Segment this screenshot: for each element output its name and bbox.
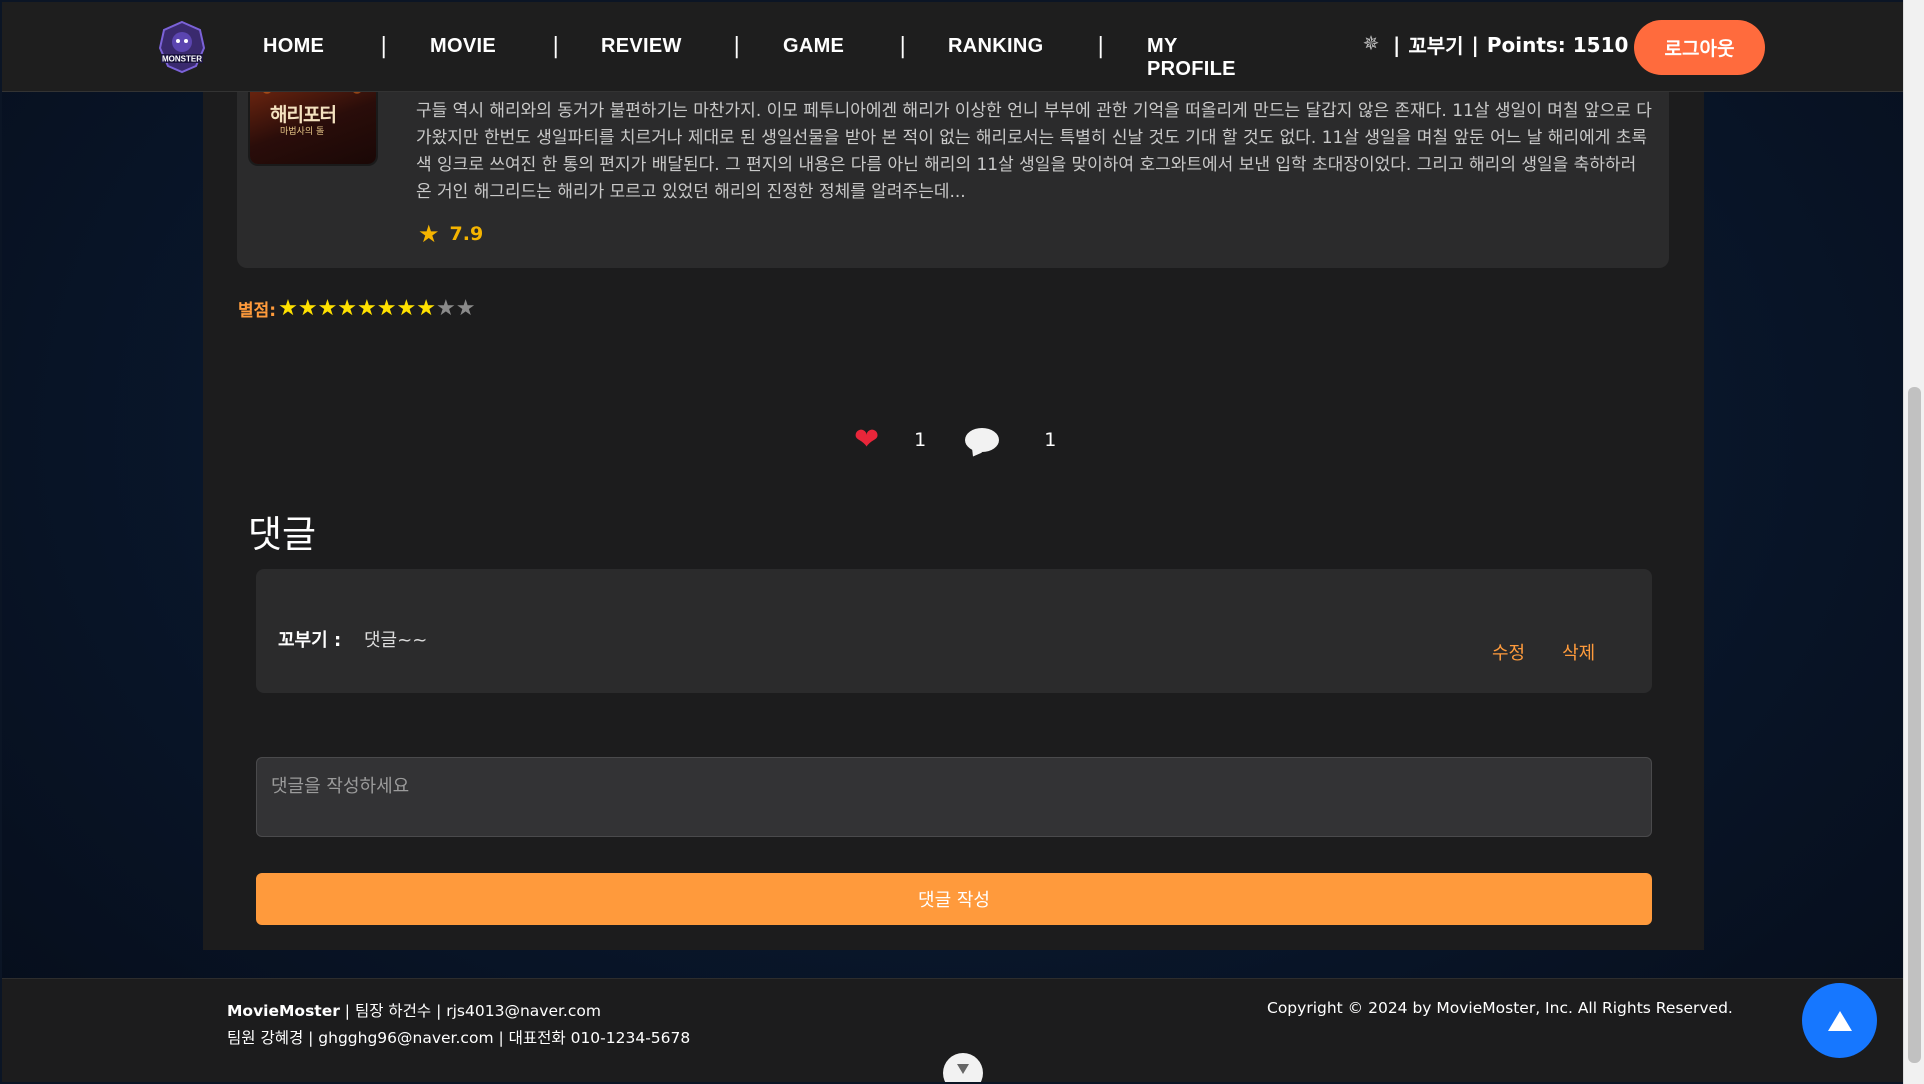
review-star-rating: 별점: ★★★★★★★★★★ [238,296,475,321]
nav-review[interactable]: REVIEW [601,35,682,58]
movie-overview: 구들 역시 해리와의 동거가 불편하기는 마찬가지. 이모 페투니아에겐 해리가… [416,101,1652,202]
star-rating-stars: ★★★★★★★★★★ [278,296,476,321]
nav-home[interactable]: HOME [263,35,324,58]
comment-item: 꼬부기 : 댓글~~ 수정 삭제 [256,569,1652,693]
footer-contact: | 팀장 하건수 | rjs4013@naver.com [339,1002,601,1020]
user-points: Points: 1510 [1486,32,1629,57]
nav-separator: | [552,34,560,59]
footer-line-2: 팀원 강혜경 | ghgghg96@naver.com | 대표전화 010-1… [227,1029,691,1047]
like-count: 1 [914,428,927,451]
star-icon[interactable]: ★ [318,296,338,321]
arrow-up-icon [1827,1010,1852,1031]
nav-separator: | [380,34,388,59]
comments-title: 댓글 [248,513,317,556]
star-icon[interactable]: ★ [456,296,476,321]
comment-edit-button[interactable]: 수정 [1492,639,1525,665]
comment-input[interactable] [256,757,1652,837]
review-reactions: ❤ 1 1 [854,422,1056,457]
monster-logo[interactable]: MONSTER [156,20,208,74]
user-name: 꼬부기 [1408,34,1464,58]
nav-ranking[interactable]: RANKING [948,35,1043,58]
nav-my-profile[interactable]: MY PROFILE [1147,35,1236,81]
movie-rating-value: 7.9 [449,223,484,245]
star-icon[interactable]: ★ [357,296,377,321]
heart-icon[interactable]: ❤ [854,422,879,457]
star-icon[interactable]: ★ [416,296,436,321]
comment-actions: 수정 삭제 [1492,639,1595,665]
page-viewport: 해리포터 마법사의 돌 구들 역시 해리와의 동거가 불편하기는 마찬가지. 이… [2,2,1903,1082]
star-icon[interactable]: ★ [298,296,318,321]
footer-brand: MovieMoster [227,1002,340,1020]
nav-separator: | [1097,34,1105,59]
comment-icon[interactable] [965,427,1000,452]
footer-copyright: Copyright © 2024 by MovieMoster, Inc. Al… [1267,999,1733,1017]
star-icon[interactable]: ★ [278,296,298,321]
comment-submit-button[interactable]: 댓글 작성 [256,873,1652,925]
footer-line-1: MovieMoster | 팀장 하건수 | rjs4013@naver.com [227,999,601,1021]
nav-separator: | [899,34,907,59]
nav-movie[interactable]: MOVIE [430,35,496,58]
star-icon[interactable]: ★ [337,296,357,321]
star-icon[interactable]: ★ [377,296,397,321]
star-icon[interactable]: ★ [397,296,417,321]
page-scrollbar[interactable] [1903,0,1924,1084]
user-info: ✵ | 꼬부기 | Points: 1510 [1357,30,1629,59]
logout-button[interactable]: 로그아웃 [1634,20,1765,75]
nav-game[interactable]: GAME [783,35,844,58]
svg-text:MONSTER: MONSTER [162,55,202,64]
scroll-to-top-button[interactable] [1802,983,1877,1058]
poster-subtitle: 마법사의 돌 [280,127,325,137]
star-icon[interactable]: ★ [436,296,456,321]
site-header: MONSTER HOME | MOVIE | REVIEW | GAME | R… [2,2,1903,92]
nav-separator: | [733,34,741,59]
scrollbar-thumb[interactable] [1908,387,1921,1063]
user-separator: | [1471,32,1479,57]
movie-rating: ★ 7.9 [418,220,483,248]
comment-author: 꼬부기 : [278,630,342,651]
comment-delete-button[interactable]: 삭제 [1562,639,1595,665]
star-rating-label: 별점: [238,301,277,321]
comment-text: 댓글~~ [364,630,428,651]
chevron-down-icon [957,1064,969,1074]
user-separator: | [1393,32,1401,57]
star-icon: ★ [418,220,440,248]
user-avatar-icon[interactable]: ✵ [1357,31,1385,59]
comment-count: 1 [1044,428,1057,451]
poster-title: 해리포터 [270,104,337,126]
